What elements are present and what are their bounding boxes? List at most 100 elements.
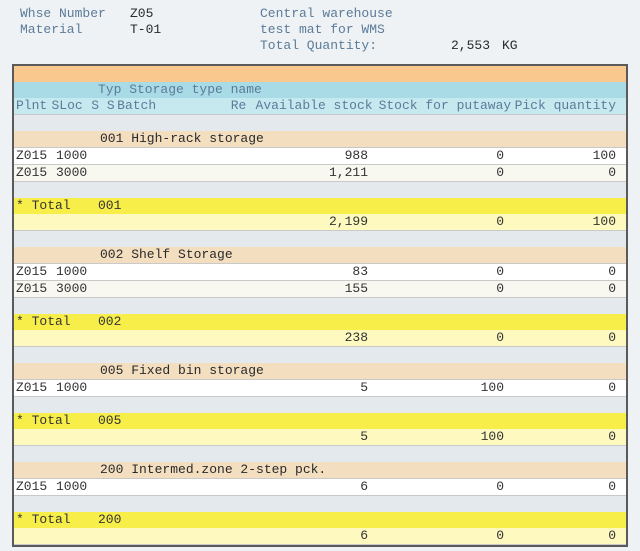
total-label: * Total bbox=[14, 512, 98, 528]
total-avail: 238 bbox=[286, 330, 374, 346]
col-pick: Pick quantity bbox=[515, 98, 626, 114]
storage-type-header: 005 Fixed bin storage bbox=[14, 363, 626, 380]
spacer bbox=[98, 528, 130, 544]
spacer bbox=[56, 247, 98, 263]
total-label-row: * Total002 bbox=[14, 314, 626, 330]
spacer bbox=[130, 214, 258, 230]
cell-pick: 0 bbox=[510, 479, 626, 495]
spacer bbox=[14, 429, 56, 445]
cell-sloc: 3000 bbox=[56, 281, 98, 297]
total-label-row: * Total200 bbox=[14, 512, 626, 528]
cell-batch bbox=[130, 165, 258, 181]
cell-sloc: 1000 bbox=[56, 148, 98, 164]
cell-avail: 83 bbox=[286, 264, 374, 280]
cell-sloc: 1000 bbox=[56, 479, 98, 495]
spacer bbox=[14, 528, 56, 544]
total-avail: 2,199 bbox=[286, 214, 374, 230]
cell-re bbox=[258, 281, 286, 297]
spacer bbox=[14, 462, 56, 478]
storage-type-header: 002 Shelf Storage bbox=[14, 247, 626, 264]
cell-put: 0 bbox=[374, 281, 510, 297]
spacer bbox=[56, 528, 98, 544]
spacer bbox=[258, 330, 286, 346]
total-typ: 001 bbox=[98, 198, 121, 214]
spacer bbox=[98, 429, 130, 445]
data-row: Z015100051000 bbox=[14, 380, 626, 397]
cell-plnt: Z015 bbox=[14, 281, 56, 297]
cell-pick: 0 bbox=[510, 264, 626, 280]
spacer bbox=[258, 214, 286, 230]
spacer bbox=[56, 462, 98, 478]
total-qty-value: 2,553 bbox=[390, 38, 502, 54]
cell-pick: 0 bbox=[510, 380, 626, 396]
data-row: Z015300015500 bbox=[14, 281, 626, 298]
group-spacer bbox=[14, 115, 626, 131]
storage-type-code: 001 High-rack storage bbox=[98, 131, 264, 147]
total-put: 0 bbox=[374, 214, 510, 230]
cell-sloc: 1000 bbox=[56, 264, 98, 280]
spacer bbox=[14, 214, 56, 230]
storage-type-code: 005 Fixed bin storage bbox=[98, 363, 264, 379]
storage-type-header: 200 Intermed.zone 2-step pck. bbox=[14, 462, 626, 479]
data-row: Z01530001,21100 bbox=[14, 165, 626, 182]
total-spacer bbox=[14, 397, 626, 413]
total-pick: 0 bbox=[510, 330, 626, 346]
cell-sts bbox=[98, 264, 130, 280]
spacer bbox=[14, 330, 56, 346]
cell-re bbox=[258, 380, 286, 396]
spacer bbox=[258, 528, 286, 544]
total-pick: 0 bbox=[510, 429, 626, 445]
total-pick: 0 bbox=[510, 528, 626, 544]
total-typ: 005 bbox=[98, 413, 121, 429]
cell-put: 0 bbox=[374, 264, 510, 280]
cell-batch bbox=[130, 264, 258, 280]
report-grid: Typ Storage type name Plnt SLoc S S Batc… bbox=[12, 64, 628, 547]
spacer bbox=[56, 214, 98, 230]
spacer bbox=[258, 429, 286, 445]
total-avail: 5 bbox=[286, 429, 374, 445]
cell-plnt: Z015 bbox=[14, 264, 56, 280]
total-typ: 200 bbox=[98, 512, 121, 528]
col-sloc: SLoc bbox=[51, 98, 88, 114]
spacer bbox=[56, 363, 98, 379]
col-put: Stock for putaway bbox=[379, 98, 515, 114]
cell-pick: 0 bbox=[510, 165, 626, 181]
total-label-row: * Total005 bbox=[14, 413, 626, 429]
total-values-row: 2,1990100 bbox=[14, 214, 626, 231]
spacer bbox=[14, 363, 56, 379]
cell-batch bbox=[130, 281, 258, 297]
total-typ: 002 bbox=[98, 314, 121, 330]
col-re: Re bbox=[231, 98, 256, 114]
cell-batch bbox=[130, 380, 258, 396]
col-plnt: Plnt bbox=[14, 98, 51, 114]
storage-type-header: 001 High-rack storage bbox=[14, 131, 626, 148]
cell-sts bbox=[98, 281, 130, 297]
spacer bbox=[56, 131, 98, 147]
total-label: * Total bbox=[14, 413, 98, 429]
cell-avail: 988 bbox=[286, 148, 374, 164]
whse-number-value: Z05 bbox=[130, 6, 260, 22]
cell-sts bbox=[98, 380, 130, 396]
cell-pick: 0 bbox=[510, 281, 626, 297]
spacer bbox=[98, 330, 130, 346]
group-spacer bbox=[14, 231, 626, 247]
material-label: Material bbox=[20, 22, 130, 38]
total-spacer bbox=[14, 182, 626, 198]
spacer bbox=[14, 131, 56, 147]
cell-plnt: Z015 bbox=[14, 380, 56, 396]
total-pick: 100 bbox=[510, 214, 626, 230]
total-label-row: * Total001 bbox=[14, 198, 626, 214]
cell-put: 0 bbox=[374, 165, 510, 181]
cell-sts bbox=[98, 479, 130, 495]
group-spacer bbox=[14, 347, 626, 363]
total-put: 100 bbox=[374, 429, 510, 445]
material-desc: test mat for WMS bbox=[260, 22, 385, 38]
cell-sts bbox=[98, 165, 130, 181]
spacer bbox=[130, 429, 258, 445]
data-row: Z01510008300 bbox=[14, 264, 626, 281]
cell-avail: 1,211 bbox=[286, 165, 374, 181]
col-sts: S S bbox=[89, 98, 117, 114]
storage-type-code: 002 Shelf Storage bbox=[98, 247, 233, 263]
data-row: Z01510009880100 bbox=[14, 148, 626, 165]
report-header: Whse Number Z05 Central warehouse Materi… bbox=[0, 0, 640, 56]
